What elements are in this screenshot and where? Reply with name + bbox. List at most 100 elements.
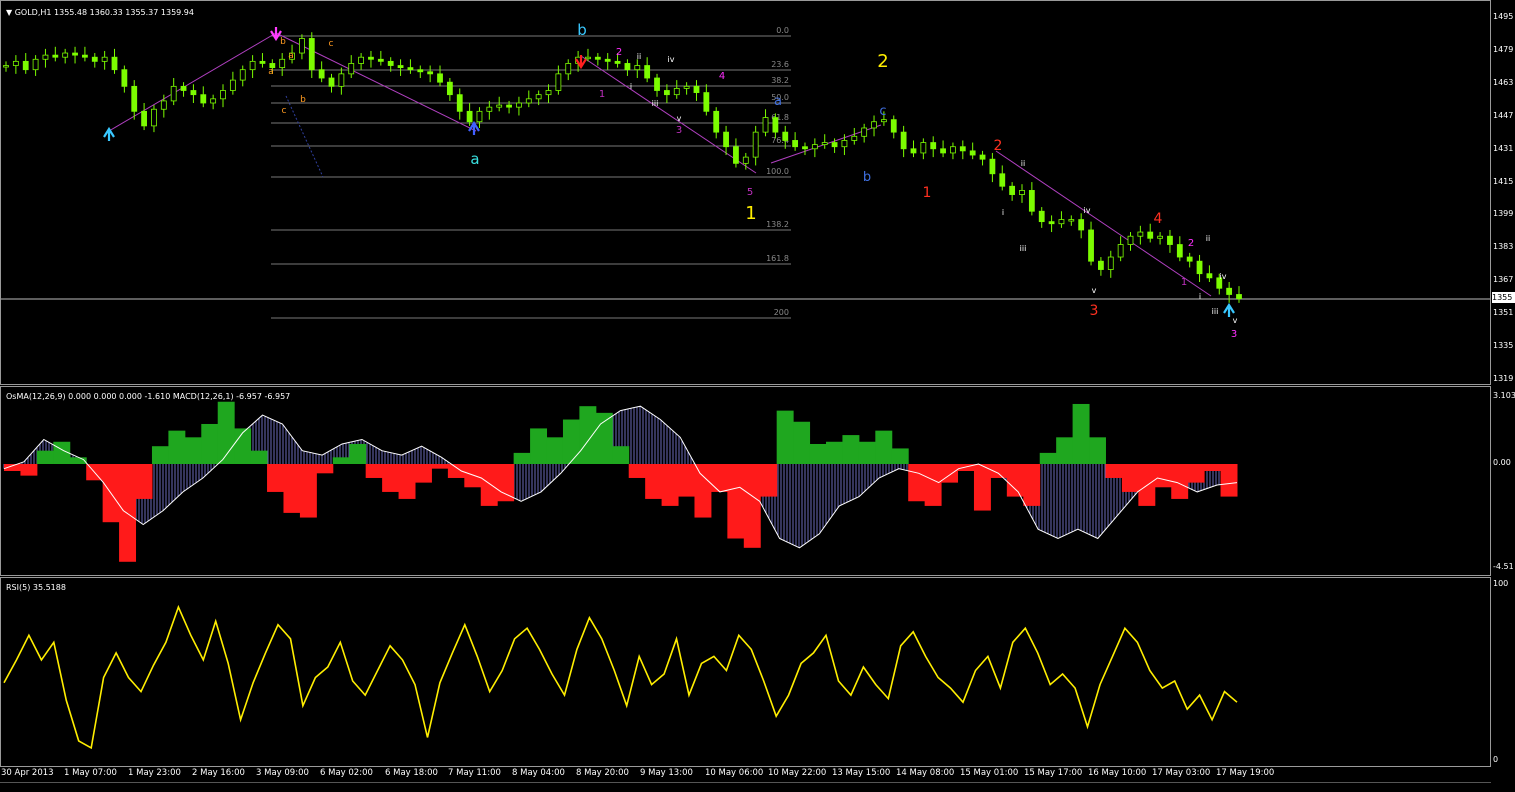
dropdown-triangle-icon[interactable]: ▼ — [6, 8, 12, 17]
candle-body — [279, 58, 286, 69]
rsi-chart — [3, 604, 1238, 750]
candle-body — [1137, 231, 1144, 237]
candle-body — [703, 92, 710, 112]
osma-bar — [562, 419, 580, 464]
osma-bar — [760, 464, 778, 497]
osma-bar — [612, 446, 630, 464]
wave-label: 1 — [923, 185, 932, 201]
osma-bar — [1220, 464, 1238, 497]
fib-level-label: 38.2 — [771, 76, 789, 85]
macd-axis-bottom: -4.51 — [1493, 562, 1514, 571]
candle-body — [1009, 185, 1016, 195]
time-axis-label: 30 Apr 2013 — [1, 768, 54, 778]
candle-body — [772, 117, 779, 133]
osma-bar — [283, 464, 301, 513]
osma-bar — [1154, 464, 1172, 488]
candle-body — [713, 110, 720, 133]
candle-body — [861, 127, 868, 137]
candle-body — [979, 154, 986, 160]
candle-body — [91, 56, 98, 62]
candle-body — [880, 119, 887, 123]
candle-body — [446, 81, 453, 96]
price-axis-tick: 1383 — [1493, 242, 1514, 252]
candle-body — [52, 54, 59, 58]
time-axis-label: 10 May 06:00 — [705, 768, 764, 778]
candle-body — [1038, 210, 1045, 223]
price-pane[interactable]: 0.0 23.6 38.2 50.0 61.8 76.4 100.0 138.2 161.8 20… — [0, 0, 1491, 385]
time-axis-label: 14 May 08:00 — [896, 768, 955, 778]
candle-body — [673, 88, 680, 96]
osma-bar — [826, 441, 843, 464]
osma-bar — [891, 448, 909, 464]
candle-body — [1147, 231, 1154, 239]
wave-line — [995, 150, 1212, 297]
candle-body — [1176, 244, 1183, 258]
candle-body — [32, 58, 39, 71]
candle-body — [1167, 235, 1173, 245]
candle-body — [348, 63, 355, 75]
rsi-pane[interactable]: RSI(5) 35.5188 — [0, 577, 1491, 767]
wave-label: iii — [652, 99, 659, 108]
candle-body — [387, 60, 394, 66]
fib-level-label: 0.0 — [776, 26, 789, 35]
candle-body — [841, 140, 848, 148]
wave-label: ii — [637, 52, 641, 61]
wave-label: iv — [668, 55, 675, 64]
candle-body — [792, 140, 799, 148]
candle-body — [299, 38, 305, 54]
price-axis-tick: 1319 — [1493, 373, 1514, 383]
candle-body — [950, 146, 956, 154]
rsi-header: RSI(5) 35.5188 — [6, 583, 66, 592]
rsi-axis: 100 0 — [1491, 577, 1515, 767]
time-axis-label: 15 May 17:00 — [1024, 768, 1083, 778]
candle-body — [249, 60, 256, 71]
osma-bar — [184, 437, 202, 464]
wave-label: ii — [1206, 234, 1210, 243]
candle-body — [802, 146, 808, 150]
price-axis-tick: 1463 — [1493, 77, 1514, 87]
price-chart: 0.023.638.250.061.876.4100.0138.2161.820… — [1, 21, 1490, 340]
wave-label: a — [268, 67, 274, 77]
candle-body — [131, 85, 138, 112]
wave-label: i — [630, 82, 632, 91]
candle-body — [723, 131, 729, 148]
candle-body — [486, 106, 493, 112]
candle-body — [1157, 235, 1163, 239]
candle-body — [3, 65, 9, 68]
osma-bar — [941, 464, 959, 483]
candle-body — [22, 60, 29, 71]
osma-bar — [1072, 403, 1090, 464]
candle-body — [1107, 256, 1114, 270]
candle-body — [585, 56, 591, 60]
macd-line — [3, 405, 1238, 549]
candle-body — [496, 104, 503, 108]
osma-bar — [776, 410, 794, 464]
osma-bar — [415, 464, 432, 483]
wave-label: iv — [1220, 272, 1227, 281]
osma-bar — [349, 443, 367, 464]
wave-label: iv — [1084, 206, 1091, 215]
wave-label: v — [677, 114, 682, 123]
wave-line — [275, 32, 477, 132]
wave-label: 1 — [599, 89, 605, 100]
osma-bar — [431, 464, 449, 469]
candle-body — [456, 94, 463, 112]
candle-body — [940, 148, 946, 154]
osma-bar — [365, 464, 383, 478]
candle-body — [200, 94, 207, 104]
osma-bar — [201, 423, 219, 464]
fib-level-label: 138.2 — [766, 220, 789, 229]
candle-body — [821, 142, 828, 146]
candle-body — [831, 142, 838, 148]
fib-level-label: 200 — [774, 308, 789, 317]
wave-label: 1 — [1181, 277, 1187, 288]
osma-bar — [1056, 437, 1074, 464]
macd-pane[interactable]: OsMA(12,26,9) 0.000 0.000 0.000 -1.610 M… — [0, 386, 1491, 576]
wave-label: a — [774, 94, 782, 109]
price-axis-tick: 1431 — [1493, 143, 1514, 153]
candle-body — [377, 58, 384, 62]
osma-bar — [727, 464, 745, 539]
macd-axis-top: 3.103 — [1493, 391, 1515, 400]
price-axis-tick: 1335 — [1493, 341, 1514, 350]
osma-bar — [267, 464, 284, 492]
